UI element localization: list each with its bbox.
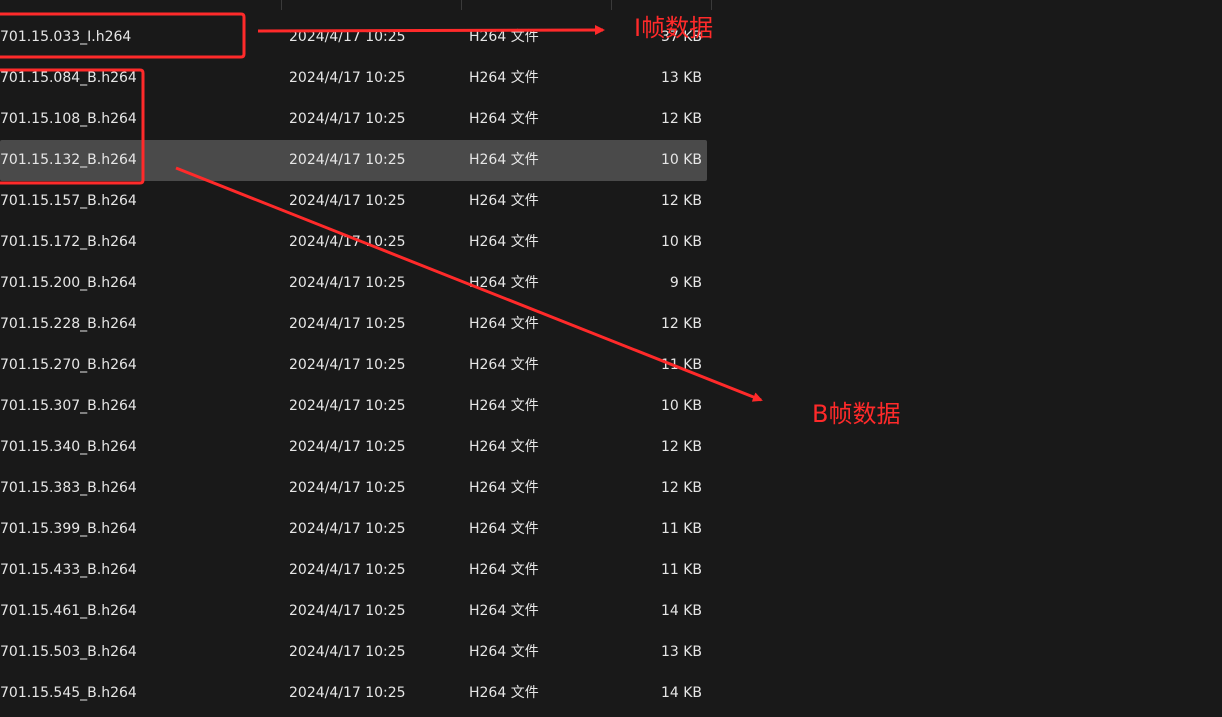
file-type: H264 文件 — [469, 603, 539, 619]
file-date-modified: 2024/4/17 10:25 — [289, 357, 406, 373]
file-row[interactable]: 701.15.157_B.h264 2024/4/17 10:25 H264 文件 1… — [0, 181, 707, 222]
file-name: 701.15.270_B.h264 — [0, 357, 137, 373]
file-name: 701.15.200_B.h264 — [0, 275, 137, 291]
file-name: 701.15.545_B.h264 — [0, 685, 137, 701]
file-type: H264 文件 — [469, 439, 539, 455]
file-size: 12 KB — [660, 111, 702, 127]
column-separator-type-size[interactable] — [611, 0, 612, 10]
file-name: 701.15.157_B.h264 — [0, 193, 137, 209]
file-type: H264 文件 — [469, 234, 539, 250]
file-row[interactable]: 701.15.307_B.h264 2024/4/17 10:25 H264 文件 1… — [0, 386, 707, 427]
file-name: 701.15.084_B.h264 — [0, 70, 137, 86]
file-type: H264 文件 — [469, 562, 539, 578]
file-date-modified: 2024/4/17 10:25 — [289, 398, 406, 414]
column-header-strip — [0, 0, 712, 10]
file-date-modified: 2024/4/17 10:25 — [289, 70, 406, 86]
file-type: H264 文件 — [469, 480, 539, 496]
file-type: H264 文件 — [469, 357, 539, 373]
file-size: 10 KB — [660, 152, 702, 168]
file-date-modified: 2024/4/17 10:25 — [289, 234, 406, 250]
file-type: H264 文件 — [469, 316, 539, 332]
file-type: H264 文件 — [469, 29, 539, 45]
file-date-modified: 2024/4/17 10:25 — [289, 152, 406, 168]
file-size: 10 KB — [660, 234, 702, 250]
b-frame-annotation-label: B帧数据 — [812, 400, 901, 428]
file-date-modified: 2024/4/17 10:25 — [289, 316, 406, 332]
file-name: 701.15.307_B.h264 — [0, 398, 137, 414]
file-type: H264 文件 — [469, 685, 539, 701]
file-type: H264 文件 — [469, 193, 539, 209]
file-size: 9 KB — [669, 275, 702, 291]
file-name: 701.15.461_B.h264 — [0, 603, 137, 619]
file-date-modified: 2024/4/17 10:25 — [289, 562, 406, 578]
column-separator-name-date[interactable] — [281, 0, 282, 10]
file-row[interactable]: 701.15.200_B.h264 2024/4/17 10:25 H264 文件 9… — [0, 263, 707, 304]
file-name: 701.15.433_B.h264 — [0, 562, 137, 578]
file-size: 12 KB — [660, 316, 702, 332]
file-size: 14 KB — [660, 603, 702, 619]
file-row[interactable]: 701.15.172_B.h264 2024/4/17 10:25 H264 文件 1… — [0, 222, 707, 263]
file-explorer-list-view: 701.15.033_I.h264 2024/4/17 10:25 H264 文件 3… — [0, 0, 1222, 717]
file-name: 701.15.399_B.h264 — [0, 521, 137, 537]
file-date-modified: 2024/4/17 10:25 — [289, 193, 406, 209]
file-size: 13 KB — [660, 70, 702, 86]
file-row[interactable]: 701.15.433_B.h264 2024/4/17 10:25 H264 文件 1… — [0, 550, 707, 591]
file-row[interactable]: 701.15.340_B.h264 2024/4/17 10:25 H264 文件 1… — [0, 427, 707, 468]
file-row[interactable]: 701.15.033_I.h264 2024/4/17 10:25 H264 文件 3… — [0, 17, 707, 58]
file-row[interactable]: 701.15.270_B.h264 2024/4/17 10:25 H264 文件 1… — [0, 345, 707, 386]
file-row[interactable]: 701.15.108_B.h264 2024/4/17 10:25 H264 文件 1… — [0, 99, 707, 140]
file-size: 12 KB — [660, 480, 702, 496]
file-row[interactable]: 701.15.503_B.h264 2024/4/17 10:25 H264 文件 1… — [0, 632, 707, 673]
file-name: 701.15.383_B.h264 — [0, 480, 137, 496]
file-type: H264 文件 — [469, 521, 539, 537]
file-type: H264 文件 — [469, 275, 539, 291]
file-type: H264 文件 — [469, 398, 539, 414]
file-name: 701.15.228_B.h264 — [0, 316, 137, 332]
file-date-modified: 2024/4/17 10:25 — [289, 111, 406, 127]
file-row[interactable]: 701.15.084_B.h264 2024/4/17 10:25 H264 文件 1… — [0, 58, 707, 99]
file-date-modified: 2024/4/17 10:25 — [289, 275, 406, 291]
file-size: 12 KB — [660, 193, 702, 209]
file-row[interactable]: 701.15.383_B.h264 2024/4/17 10:25 H264 文件 1… — [0, 468, 707, 509]
file-list: 701.15.033_I.h264 2024/4/17 10:25 H264 文件 3… — [0, 17, 712, 714]
file-row[interactable]: 701.15.228_B.h264 2024/4/17 10:25 H264 文件 1… — [0, 304, 707, 345]
file-name: 701.15.340_B.h264 — [0, 439, 137, 455]
file-type: H264 文件 — [469, 152, 539, 168]
file-name: 701.15.108_B.h264 — [0, 111, 137, 127]
file-name: 701.15.503_B.h264 — [0, 644, 137, 660]
file-type: H264 文件 — [469, 70, 539, 86]
file-name: 701.15.132_B.h264 — [0, 152, 137, 168]
i-frame-annotation-label: I帧数据 — [634, 14, 714, 42]
file-date-modified: 2024/4/17 10:25 — [289, 521, 406, 537]
file-size: 11 KB — [660, 562, 702, 578]
file-date-modified: 2024/4/17 10:25 — [289, 439, 406, 455]
file-size: 14 KB — [660, 685, 702, 701]
file-row[interactable]: 701.15.461_B.h264 2024/4/17 10:25 H264 文件 1… — [0, 591, 707, 632]
file-row[interactable]: 701.15.132_B.h264 2024/4/17 10:25 H264 文件 1… — [0, 140, 707, 181]
file-size: 12 KB — [660, 439, 702, 455]
file-type: H264 文件 — [469, 111, 539, 127]
file-date-modified: 2024/4/17 10:25 — [289, 685, 406, 701]
file-date-modified: 2024/4/17 10:25 — [289, 29, 406, 45]
file-size: 11 KB — [660, 357, 702, 373]
file-type: H264 文件 — [469, 644, 539, 660]
file-row[interactable]: 701.15.545_B.h264 2024/4/17 10:25 H264 文件 1… — [0, 673, 707, 714]
file-date-modified: 2024/4/17 10:25 — [289, 644, 406, 660]
file-name: 701.15.172_B.h264 — [0, 234, 137, 250]
column-separator-date-type[interactable] — [461, 0, 462, 10]
file-size: 13 KB — [660, 644, 702, 660]
file-row[interactable]: 701.15.399_B.h264 2024/4/17 10:25 H264 文件 1… — [0, 509, 707, 550]
file-size: 11 KB — [660, 521, 702, 537]
file-name: 701.15.033_I.h264 — [0, 29, 132, 45]
file-date-modified: 2024/4/17 10:25 — [289, 603, 406, 619]
file-date-modified: 2024/4/17 10:25 — [289, 480, 406, 496]
file-size: 10 KB — [660, 398, 702, 414]
